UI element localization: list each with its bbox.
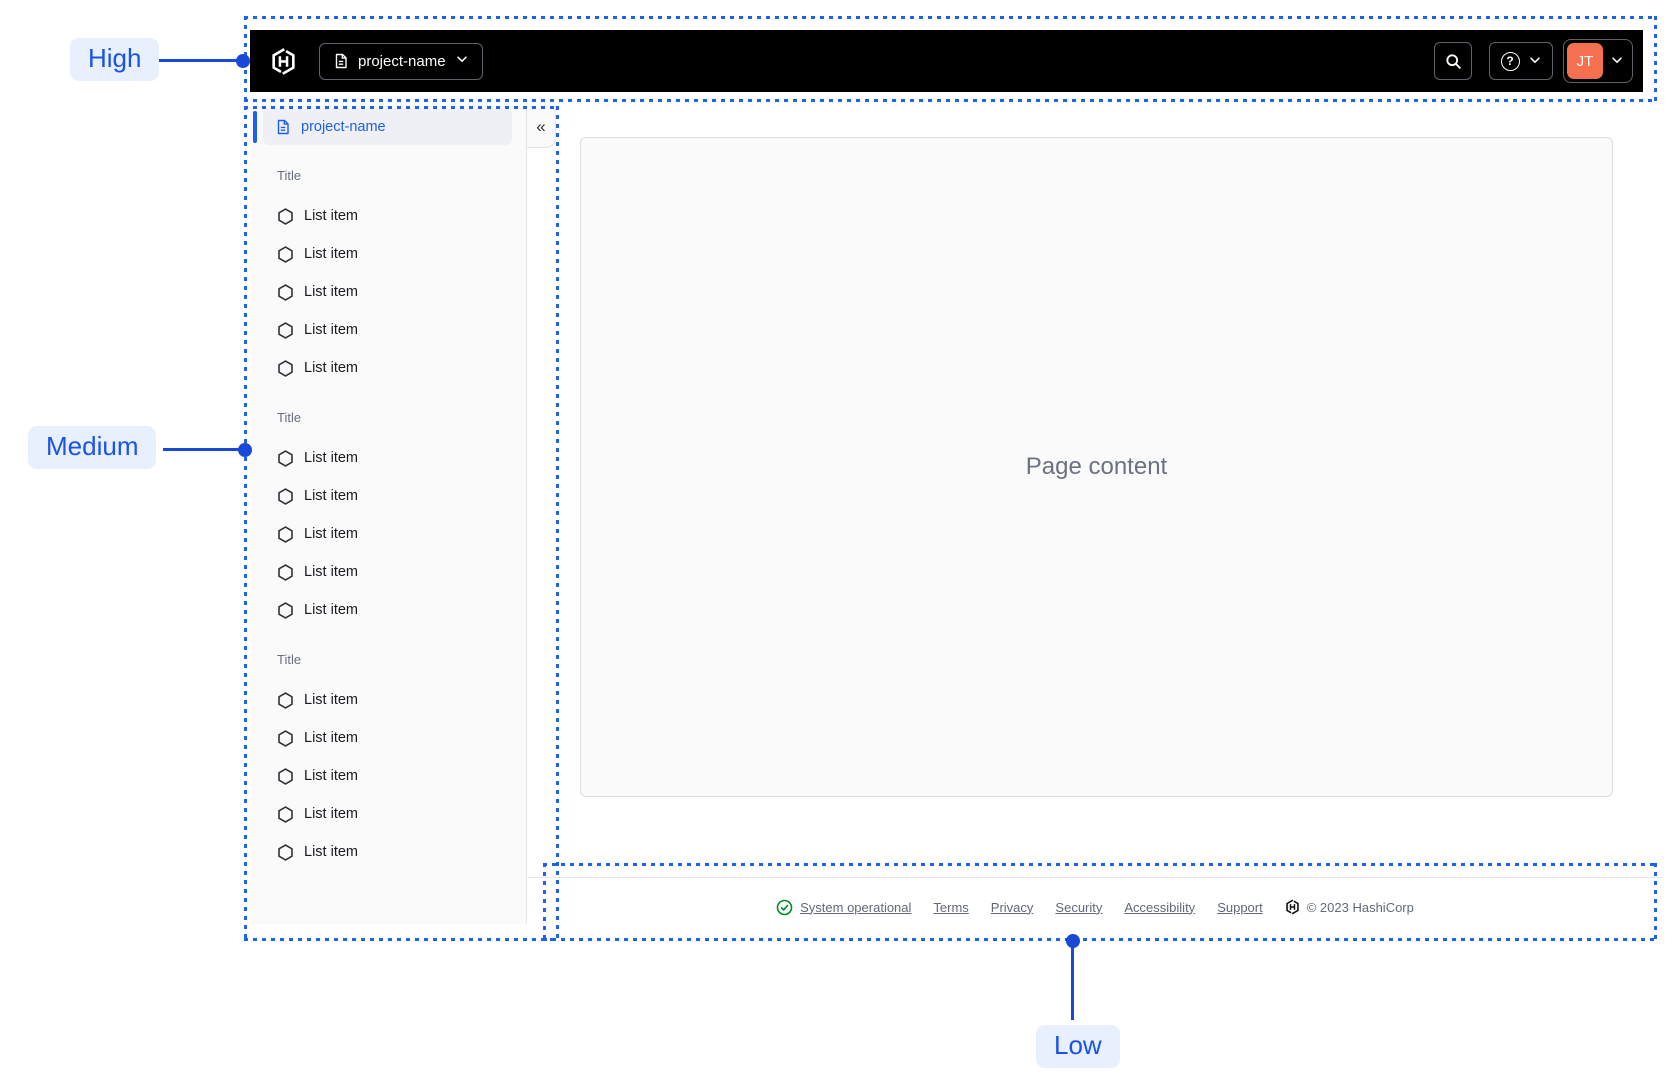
sidebar-list-item[interactable]: List item — [250, 833, 526, 871]
hexagon-icon — [277, 487, 294, 505]
sidebar-collapse-button[interactable] — [527, 106, 556, 148]
annotation-label-low: Low — [1036, 1025, 1120, 1068]
hexagon-icon — [277, 525, 294, 543]
footer-link-security[interactable]: Security — [1055, 900, 1102, 915]
hexagon-icon — [277, 449, 294, 467]
list-item-label: List item — [304, 692, 358, 708]
list-item-label: List item — [304, 564, 358, 580]
help-menu-button[interactable] — [1489, 42, 1553, 80]
avatar: JT — [1567, 43, 1603, 79]
list-item-label: List item — [304, 322, 358, 338]
annotation-connector-high — [157, 59, 237, 62]
check-circle-icon — [776, 899, 793, 916]
page: project-name ? JT project-name Title Lis… — [0, 0, 1672, 1078]
sidebar-list-item[interactable]: List item — [250, 757, 526, 795]
top-navbar: project-name ? JT — [250, 30, 1643, 92]
hexagon-icon — [277, 321, 294, 339]
project-switcher-label: project-name — [358, 52, 446, 70]
footer-link-accessibility[interactable]: Accessibility — [1124, 900, 1195, 915]
sidebar-section: Title List item List item List item List… — [250, 167, 526, 387]
footer: System operational Terms Privacy Securit… — [528, 878, 1662, 936]
sidebar-list-item[interactable]: List item — [250, 591, 526, 629]
sidebar-section: Title List item List item List item List… — [250, 409, 526, 629]
chevron-down-icon — [455, 52, 469, 70]
annotation-label-medium: Medium — [28, 426, 157, 469]
side-nav: project-name Title List item List item L… — [250, 106, 527, 924]
list-item-label: List item — [304, 488, 358, 504]
list-item-label: List item — [304, 730, 358, 746]
page-content-placeholder: Page content — [1025, 453, 1168, 480]
footer-link-privacy[interactable]: Privacy — [991, 900, 1034, 915]
annotation-dot-low — [1066, 934, 1080, 948]
footer-link-terms[interactable]: Terms — [933, 900, 968, 915]
hexagon-icon — [277, 283, 294, 301]
search-button[interactable] — [1434, 42, 1472, 80]
sidebar-list-item[interactable]: List item — [250, 795, 526, 833]
system-status-link[interactable]: System operational — [776, 899, 911, 916]
sidebar-list-item[interactable]: List item — [250, 311, 526, 349]
sidebar-list-item[interactable]: List item — [250, 553, 526, 591]
list-item-label: List item — [304, 450, 358, 466]
sidebar-list-item[interactable]: List item — [250, 349, 526, 387]
sidebar-active-label: project-name — [301, 119, 386, 135]
footer-link-support[interactable]: Support — [1217, 900, 1263, 915]
annotation-connector-low — [1071, 946, 1074, 1020]
hexagon-icon — [277, 601, 294, 619]
active-indicator — [253, 111, 257, 143]
hexagon-icon — [277, 767, 294, 785]
annotation-dot-high — [236, 54, 250, 68]
sidebar-list-item[interactable]: List item — [250, 235, 526, 273]
chevron-double-left-icon — [536, 117, 545, 137]
hexagon-icon — [277, 245, 294, 263]
sidebar-item-project-name[interactable]: project-name — [253, 109, 512, 145]
sidebar-list-item[interactable]: List item — [250, 477, 526, 515]
hexagon-icon — [277, 359, 294, 377]
section-title: Title — [277, 168, 302, 183]
hexagon-icon — [277, 843, 294, 861]
chevron-down-icon — [1528, 53, 1542, 70]
search-icon — [1445, 53, 1462, 70]
list-item-label: List item — [304, 844, 358, 860]
sidebar-list-item[interactable]: List item — [250, 719, 526, 757]
chevron-down-icon — [1610, 53, 1624, 70]
file-text-icon — [333, 53, 349, 69]
annotation-dot-medium — [238, 443, 252, 457]
sidebar-list-item[interactable]: List item — [250, 273, 526, 311]
sidebar-section: Title List item List item List item List… — [250, 651, 526, 871]
copyright-text: © 2023 HashiCorp — [1306, 899, 1414, 915]
list-item-label: List item — [304, 602, 358, 618]
project-switcher-button[interactable]: project-name — [319, 42, 483, 80]
section-title: Title — [277, 410, 302, 425]
list-item-label: List item — [304, 246, 358, 262]
list-item-label: List item — [304, 806, 358, 822]
hexagon-icon — [277, 691, 294, 709]
list-item-label: List item — [304, 284, 358, 300]
annotation-label-high: High — [70, 38, 160, 81]
hexagon-icon — [277, 729, 294, 747]
annotation-connector-medium — [163, 448, 239, 451]
sidebar-list-item[interactable]: List item — [250, 439, 526, 477]
list-item-label: List item — [304, 768, 358, 784]
sidebar-list-item[interactable]: List item — [250, 197, 526, 235]
system-status-label: System operational — [800, 899, 912, 915]
hexagon-icon — [277, 563, 294, 581]
help-icon — [1500, 51, 1520, 71]
sidebar-list-item[interactable]: List item — [250, 681, 526, 719]
footer-copyright: © 2023 HashiCorp — [1285, 899, 1414, 915]
hexagon-icon — [277, 805, 294, 823]
page-content-area: Page content — [580, 137, 1613, 797]
list-item-label: List item — [304, 526, 358, 542]
sidebar-list-item[interactable]: List item — [250, 515, 526, 553]
user-menu-button[interactable]: JT — [1563, 39, 1633, 83]
section-title: Title — [277, 652, 302, 667]
list-item-label: List item — [304, 208, 358, 224]
file-text-icon — [275, 119, 291, 135]
hashicorp-logo — [270, 47, 297, 76]
hashicorp-logo — [1285, 899, 1300, 915]
list-item-label: List item — [304, 360, 358, 376]
hexagon-icon — [277, 207, 294, 225]
